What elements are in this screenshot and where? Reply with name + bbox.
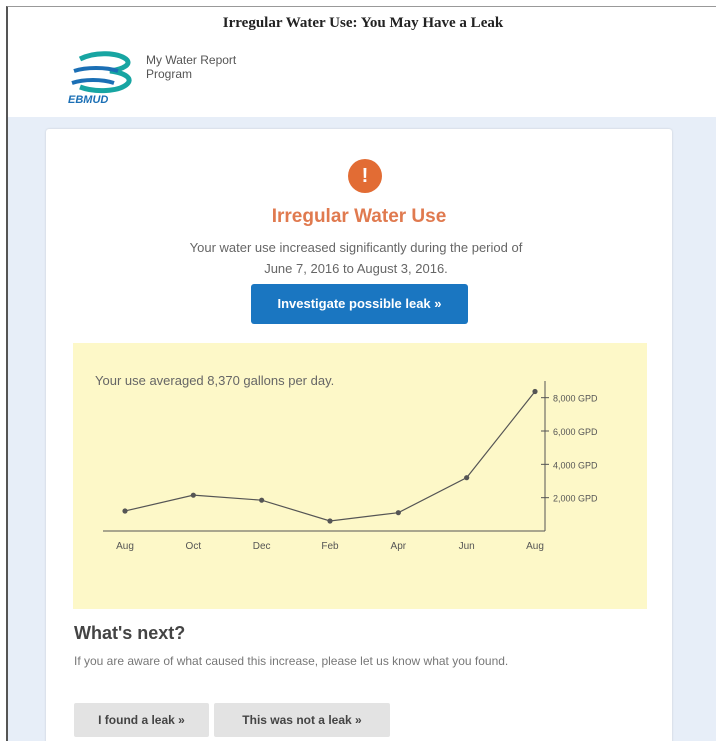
whats-next-title: What's next? [74, 623, 186, 643]
data-point [327, 518, 333, 524]
not-leak-button[interactable]: This was not a leak » [214, 703, 390, 737]
alert-description: Your water use increased significantly d… [146, 237, 566, 279]
program-line-1: My Water Report [146, 53, 237, 67]
whats-next-description: If you are aware of what caused this inc… [74, 654, 509, 668]
x-tick-label: Oct [186, 541, 202, 552]
data-point [259, 497, 265, 503]
x-tick-label: Dec [253, 541, 271, 552]
email-frame: Irregular Water Use: You May Have a Leak… [6, 6, 716, 741]
x-tick-label: Aug [116, 541, 134, 552]
y-tick-label: 6,000 GPD [553, 427, 598, 437]
y-tick-label: 8,000 GPD [553, 394, 598, 404]
exclamation-icon: ! [348, 159, 382, 193]
y-tick-label: 4,000 GPD [553, 460, 598, 470]
program-name: My Water Report Program [146, 53, 236, 81]
email-subject: Irregular Water Use: You May Have a Leak [222, 15, 504, 31]
x-tick-label: Aug [526, 541, 544, 552]
program-line-2: Program [146, 67, 193, 81]
report-card: ! Irregular Water Use Your water use inc… [46, 129, 672, 741]
data-point [532, 388, 538, 395]
alert-title: Irregular Water Use [271, 206, 447, 227]
usage-line-chart: 2,000 GPD 4,000 GPD 6,000 GPD 8,000 GPD Aug O… [103, 381, 598, 552]
ebmud-logo: EBMUD [68, 51, 132, 105]
investigate-leak-button[interactable]: Investigate possible leak » [251, 284, 468, 324]
alert-description-line-1: Your water use increased significantly d… [189, 240, 523, 255]
email-body: ! Irregular Water Use Your water use inc… [8, 117, 716, 741]
x-tick-label: Apr [391, 541, 407, 552]
data-point [190, 492, 196, 498]
data-point [122, 508, 128, 514]
y-tick-label: 2,000 GPD [553, 494, 598, 504]
found-leak-button[interactable]: I found a leak » [74, 703, 209, 737]
x-tick-label: Jun [459, 541, 475, 552]
x-tick-label: Feb [321, 541, 339, 552]
data-point [464, 475, 470, 481]
data-point [395, 510, 401, 516]
usage-chart-panel: Your use averaged 8,370 gallons per day.… [73, 343, 647, 609]
alert-description-line-2: June 7, 2016 to August 3, 2016. [264, 261, 448, 276]
usage-series-line [124, 391, 536, 522]
logo-text: EBMUD [68, 94, 108, 105]
